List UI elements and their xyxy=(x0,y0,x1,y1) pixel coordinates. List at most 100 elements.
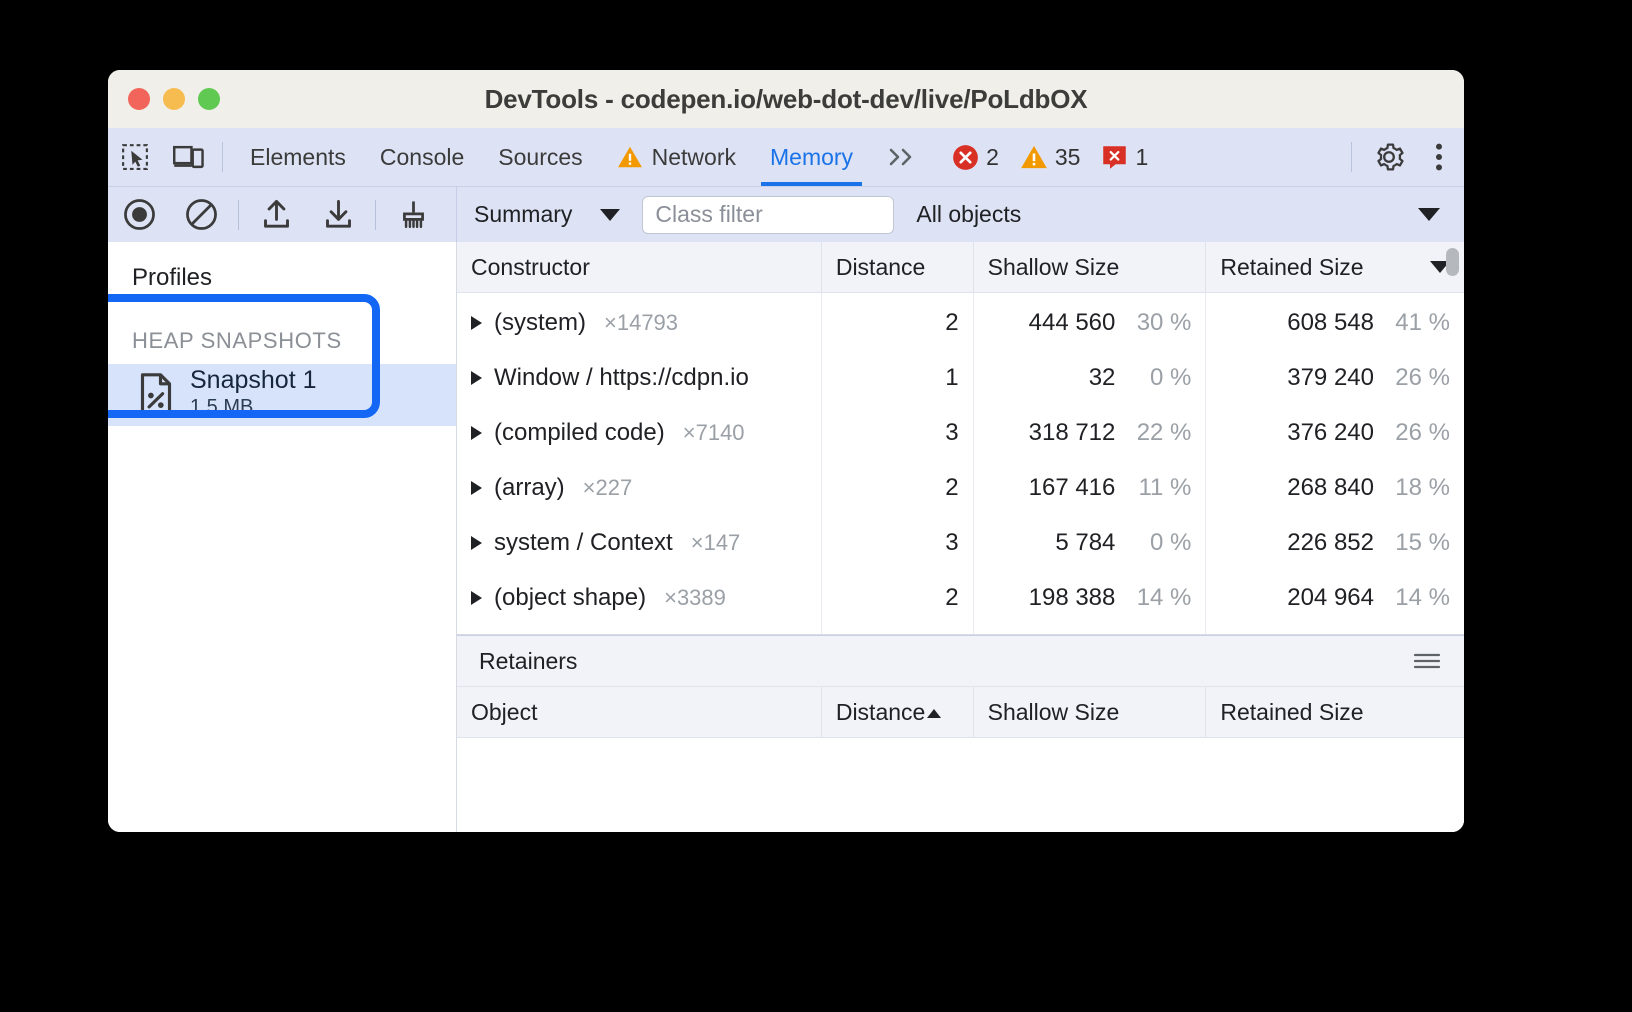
constructor-name: (array) xyxy=(494,474,565,502)
cell-distance: 3 xyxy=(821,405,973,460)
inspect-element-icon[interactable] xyxy=(108,128,162,186)
column-header-distance[interactable]: Distance xyxy=(821,242,973,293)
cell-shallow-size: 32 0 % xyxy=(973,350,1206,405)
tab-elements[interactable]: Elements xyxy=(233,128,363,186)
table-row[interactable]: (system) ×14793 2 444 560 30 % xyxy=(457,293,1464,351)
snapshot-size: 1.5 MB xyxy=(190,394,317,421)
constructor-name: Window / https://cdpn.io xyxy=(494,364,749,392)
column-header-constructor[interactable]: Constructor xyxy=(457,242,821,293)
cell-retained-size: 379 240 26 % xyxy=(1206,350,1464,405)
constructor-name: (object shape) xyxy=(494,584,646,612)
tab-network[interactable]: Network xyxy=(600,128,753,186)
table-row[interactable]: (array) ×227 2 167 416 11 % xyxy=(457,460,1464,515)
snapshot-meta: Snapshot 1 1.5 MB xyxy=(190,367,317,422)
cell-shallow-size: 444 560 30 % xyxy=(973,293,1206,351)
tab-console[interactable]: Console xyxy=(363,128,481,186)
warning-icon xyxy=(1020,144,1048,170)
column-header-object[interactable]: Object xyxy=(457,687,821,738)
table-row[interactable]: (string) ×6313 3 155 344 11 % xyxy=(457,625,1464,635)
profile-actions xyxy=(108,187,456,242)
sort-ascending-icon xyxy=(927,709,941,718)
kebab-menu-icon[interactable] xyxy=(1414,128,1464,186)
error-counter[interactable]: 2 xyxy=(952,144,999,171)
issue-counter[interactable]: 1 xyxy=(1101,144,1148,171)
tab-sources[interactable]: Sources xyxy=(481,128,599,186)
shallow-size-value: 318 712 xyxy=(1029,419,1116,447)
table-header-row: Constructor Distance Shallow Size Retain… xyxy=(457,242,1464,293)
column-header-shallow-size[interactable]: Shallow Size xyxy=(973,687,1206,738)
tab-label: Memory xyxy=(770,144,853,171)
clear-icon[interactable] xyxy=(170,187,232,242)
cell-distance: 2 xyxy=(821,460,973,515)
retained-size-value: 376 240 xyxy=(1287,419,1374,447)
table-row[interactable]: (object shape) ×3389 2 198 388 14 % xyxy=(457,570,1464,625)
gear-icon[interactable] xyxy=(1364,128,1414,186)
constructor-name: (compiled code) xyxy=(494,419,665,447)
devtools-window: DevTools - codepen.io/web-dot-dev/live/P… xyxy=(108,70,1464,832)
table-row[interactable]: system / Context ×147 3 5 784 0 % xyxy=(457,515,1464,570)
retainers-table-header: Object Distance Shallow Size Retained Si… xyxy=(457,687,1464,738)
expand-triangle-icon[interactable] xyxy=(471,426,482,440)
column-header-shallow-size[interactable]: Shallow Size xyxy=(973,242,1206,293)
shallow-size-value: 444 560 xyxy=(1029,309,1116,337)
retained-size-percent: 15 % xyxy=(1388,529,1450,557)
heap-snapshots-title: HEAP SNAPSHOTS xyxy=(108,318,456,364)
cell-distance: 3 xyxy=(821,515,973,570)
memory-view-controls: Summary Class filter All objects xyxy=(456,187,1464,242)
screenshot-root: DevTools - codepen.io/web-dot-dev/live/P… xyxy=(0,0,1632,1012)
constructor-count: ×14793 xyxy=(604,310,678,336)
vertical-scrollbar[interactable] xyxy=(1446,248,1459,276)
table-row[interactable]: (compiled code) ×7140 3 318 712 22 % xyxy=(457,405,1464,460)
table-row[interactable]: Window / https://cdpn.io 1 32 0 % xyxy=(457,350,1464,405)
chevron-down-icon xyxy=(600,209,620,221)
objects-select[interactable]: All objects xyxy=(894,201,1464,228)
constructors-table-header: Constructor Distance Shallow Size Retain… xyxy=(457,242,1464,293)
expand-triangle-icon[interactable] xyxy=(471,536,482,550)
cell-distance: 2 xyxy=(821,293,973,351)
retained-size-percent: 41 % xyxy=(1388,309,1450,337)
constructors-table: Constructor Distance Shallow Size Retain… xyxy=(457,242,1464,635)
tab-label: Elements xyxy=(250,144,346,171)
warning-counter[interactable]: 35 xyxy=(1020,144,1081,171)
cell-constructor: (object shape) ×3389 xyxy=(457,570,821,625)
column-header-retained-size[interactable]: Retained Size xyxy=(1206,687,1464,738)
more-tabs-icon[interactable] xyxy=(870,128,936,186)
shallow-size-value: 5 784 xyxy=(1055,529,1115,557)
record-icon[interactable] xyxy=(108,187,170,242)
cell-constructor: (compiled code) ×7140 xyxy=(457,405,821,460)
cell-distance: 1 xyxy=(821,350,973,405)
chevron-down-icon xyxy=(1418,208,1440,221)
expand-triangle-icon[interactable] xyxy=(471,481,482,495)
tabbar-divider-2 xyxy=(1351,142,1352,172)
snapshot-list-item[interactable]: Snapshot 1 1.5 MB xyxy=(108,364,456,426)
retained-size-value: 226 852 xyxy=(1287,529,1374,557)
view-select[interactable]: Summary xyxy=(474,201,632,228)
device-toolbar-icon[interactable] xyxy=(162,128,216,186)
cell-constructor: (system) ×14793 xyxy=(457,293,821,351)
cell-retained-size: 226 852 15 % xyxy=(1206,515,1464,570)
column-header-distance[interactable]: Distance xyxy=(821,687,973,738)
download-icon[interactable] xyxy=(307,187,369,242)
expand-triangle-icon[interactable] xyxy=(471,316,482,330)
constructor-count: ×227 xyxy=(583,475,633,501)
class-filter-input[interactable]: Class filter xyxy=(642,196,894,234)
expand-triangle-icon[interactable] xyxy=(471,371,482,385)
cell-retained-size: 204 964 14 % xyxy=(1206,570,1464,625)
table-header-row: Object Distance Shallow Size Retained Si… xyxy=(457,687,1464,738)
retained-size-percent: 18 % xyxy=(1388,474,1450,502)
memory-panel-toolbar: Summary Class filter All objects xyxy=(108,187,1464,242)
expand-triangle-icon[interactable] xyxy=(471,591,482,605)
hamburger-menu-icon[interactable] xyxy=(1412,651,1442,671)
cell-constructor: Window / https://cdpn.io xyxy=(457,350,821,405)
toolbar-divider-1 xyxy=(238,200,239,230)
cell-shallow-size: 198 388 14 % xyxy=(973,570,1206,625)
upload-icon[interactable] xyxy=(245,187,307,242)
column-header-retained-size[interactable]: Retained Size xyxy=(1206,242,1464,293)
broom-icon[interactable] xyxy=(382,187,444,242)
tab-memory[interactable]: Memory xyxy=(753,128,870,186)
error-count: 2 xyxy=(986,144,999,171)
retained-size-percent: 14 % xyxy=(1388,584,1450,612)
profiles-title: Profiles xyxy=(108,242,456,292)
issue-counters: 2 35 xyxy=(936,128,1168,186)
constructors-table-body: (system) ×14793 2 444 560 30 % xyxy=(457,293,1464,636)
